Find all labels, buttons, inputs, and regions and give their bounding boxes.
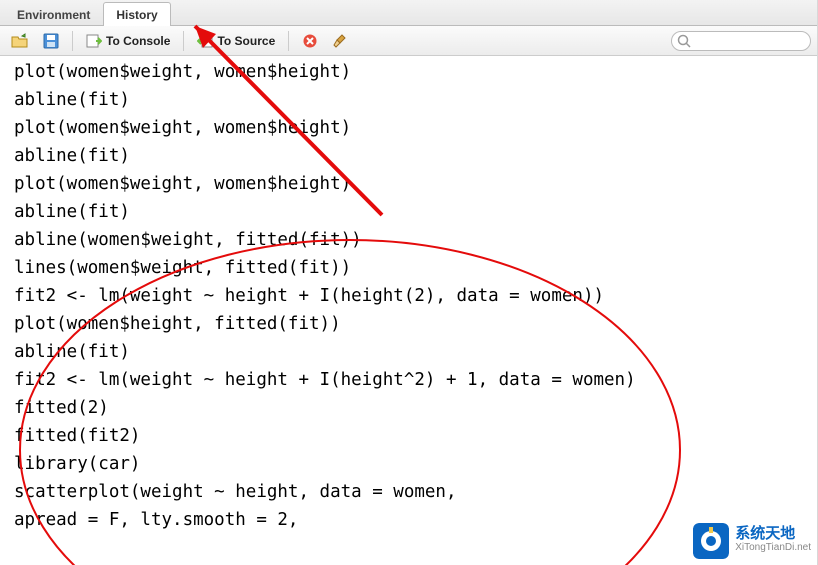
history-line[interactable]: abline(fit) xyxy=(14,338,807,366)
history-line[interactable]: abline(fit) xyxy=(14,198,807,226)
history-line[interactable]: abline(fit) xyxy=(14,86,807,114)
history-line[interactable]: scatterplot(weight ~ height, data = wome… xyxy=(14,478,807,506)
watermark-text: 系统天地 XiTongTianDi.net xyxy=(735,527,811,555)
watermark-logo xyxy=(693,523,729,559)
toolbar-separator xyxy=(288,31,289,51)
history-line[interactable]: plot(women$weight, women$height) xyxy=(14,114,807,142)
delete-icon xyxy=(302,33,318,49)
history-area: plot(women$weight, women$height)abline(f… xyxy=(0,56,817,536)
toolbar: To Console To Source xyxy=(0,26,817,56)
history-line[interactable]: library(car) xyxy=(14,450,807,478)
history-line[interactable]: fitted(2) xyxy=(14,394,807,422)
to-console-icon xyxy=(86,33,102,49)
save-button[interactable] xyxy=(38,31,64,51)
broom-icon xyxy=(332,33,348,49)
toolbar-separator xyxy=(72,31,73,51)
search-input[interactable] xyxy=(671,31,811,51)
to-source-label: To Source xyxy=(217,34,275,48)
to-console-button[interactable]: To Console xyxy=(81,31,175,51)
open-folder-icon xyxy=(11,33,29,49)
history-line[interactable]: fitted(fit2) xyxy=(14,422,807,450)
save-icon xyxy=(43,33,59,49)
history-line[interactable]: fit2 <- lm(weight ~ height + I(height(2)… xyxy=(14,282,807,310)
tab-environment[interactable]: Environment xyxy=(4,2,103,26)
tab-history[interactable]: History xyxy=(103,2,170,26)
watermark-cn: 系统天地 xyxy=(735,527,811,541)
tab-strip: Environment History xyxy=(0,0,817,26)
open-folder-button[interactable] xyxy=(6,31,34,51)
delete-button[interactable] xyxy=(297,31,323,51)
history-line[interactable]: fit2 <- lm(weight ~ height + I(height^2)… xyxy=(14,366,807,394)
search-wrap xyxy=(671,31,811,51)
clear-button[interactable] xyxy=(327,31,353,51)
history-line[interactable]: abline(women$weight, fitted(fit)) xyxy=(14,226,807,254)
watermark: 系统天地 XiTongTianDi.net xyxy=(693,523,811,559)
history-line[interactable]: plot(women$height, fitted(fit)) xyxy=(14,310,807,338)
history-line[interactable]: plot(women$weight, women$height) xyxy=(14,58,807,86)
history-line[interactable]: abline(fit) xyxy=(14,142,807,170)
toolbar-separator xyxy=(183,31,184,51)
history-line[interactable]: lines(women$weight, fitted(fit)) xyxy=(14,254,807,282)
to-source-icon xyxy=(197,33,213,49)
history-line[interactable]: plot(women$weight, women$height) xyxy=(14,170,807,198)
to-console-label: To Console xyxy=(106,34,170,48)
to-source-button[interactable]: To Source xyxy=(192,31,280,51)
history-line[interactable]: apread = F, lty.smooth = 2, xyxy=(14,506,807,534)
watermark-en: XiTongTianDi.net xyxy=(735,541,811,555)
